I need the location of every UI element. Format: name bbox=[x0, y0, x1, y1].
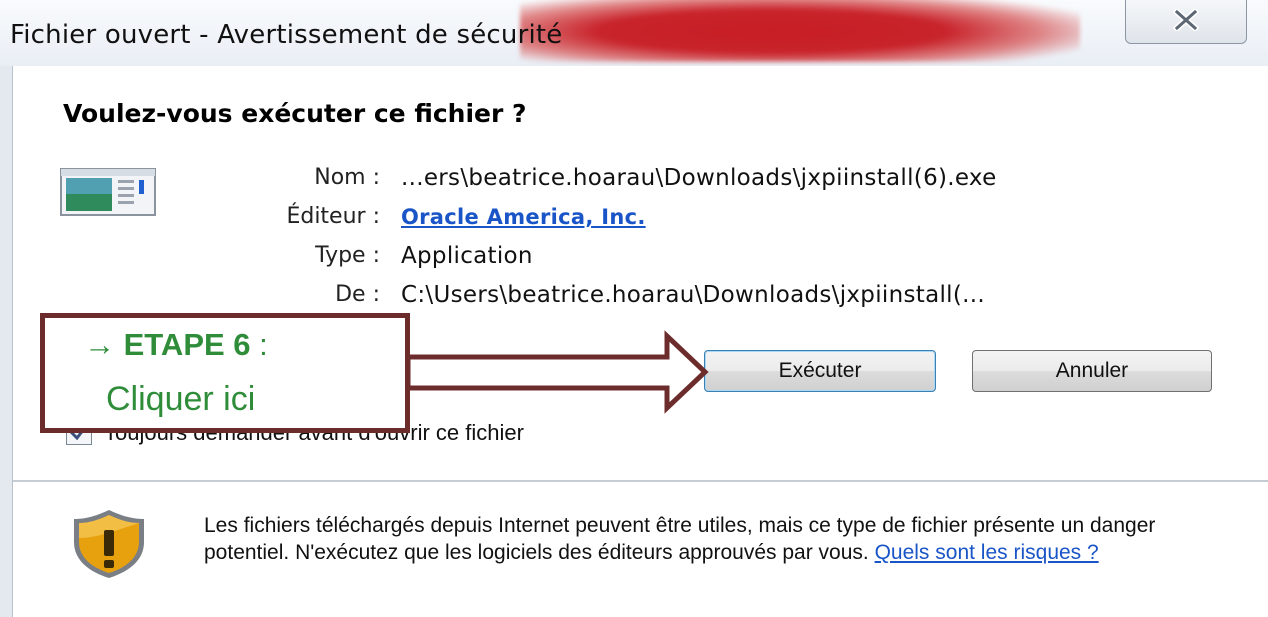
annotation-arrow-shape bbox=[405, 330, 709, 414]
annotation-arrow bbox=[405, 330, 709, 414]
